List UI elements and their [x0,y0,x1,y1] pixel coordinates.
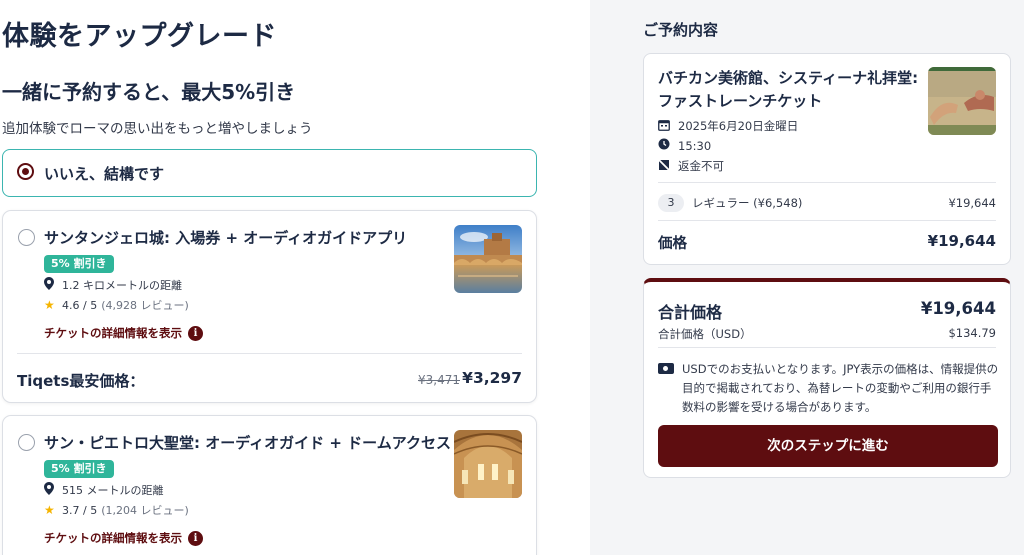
usd-total-label: 合計価格（USD） [658,327,752,341]
money-icon [658,363,674,374]
ticket-line: 3 レギュラー (¥6,548) [658,194,802,212]
offer-card-castel-santangelo[interactable]: サンタンジェロ城: 入場券 + オーディオガイドアプリ 5% 割引き 1.2 キ… [2,210,537,403]
details-link-label: チケットの詳細情報を表示 [44,326,182,340]
decline-option[interactable]: いいえ、結構です [2,149,537,197]
total-divider [658,347,996,348]
review-count: (1,204 レビュー) [101,504,189,517]
sistine-chapel-image [928,67,996,135]
calendar-icon [658,119,672,134]
distance-text: 1.2 キロメートルの距離 [62,279,182,292]
price-label: 価格 [658,236,687,252]
details-link[interactable]: チケットの詳細情報を表示 i [44,325,203,341]
details-link[interactable]: チケットの詳細情報を表示 i [44,530,203,546]
location-pin-icon [44,277,58,293]
booking-time: 15:30 [678,138,712,153]
rating-value: 4.6 / 5 [62,298,98,312]
upgrade-subtitle: 一緒に予約すると、最大5%引き [2,80,296,104]
offer-title: サンタンジェロ城: 入場券 + オーディオガイドアプリ [44,229,408,247]
offer-card-st-peters[interactable]: サン・ピエトロ大聖堂: オーディオガイド + ドームアクセス 5% 割引き 51… [2,415,537,555]
total-amount: ¥19,644 [920,299,996,318]
summary-divider [658,182,996,183]
radio-icon[interactable] [18,229,35,246]
location-pin-icon [44,482,58,498]
ticket-type: レギュラー (¥6,548) [692,196,803,210]
rating-value: 3.7 / 5 [62,503,98,517]
booking-time-row: 15:30 [658,138,711,153]
discount-badge: 5% 割引き [44,460,114,478]
decline-label: いいえ、結構です [44,165,165,183]
summary-heading: ご予約内容 [643,21,719,39]
price-label: Tiqets最安価格： [17,372,145,390]
refund-row: 返金不可 [658,158,724,174]
total-label: 合計価格 [658,303,723,322]
usd-total-amount: $134.79 [948,326,996,340]
booking-price: ¥19,644 [927,232,996,250]
original-price: ¥3,471 [418,373,460,387]
refund-policy: 返金不可 [678,159,724,173]
upgrade-panel: 体験をアップグレード 一緒に予約すると、最大5%引き 追加体験でローマの思い出を… [0,0,590,555]
clock-icon [658,138,672,153]
ticket-line-amount: ¥19,644 [948,196,996,210]
rating-row: ★ 4.6 / 5 (4,928 レビュー) [44,297,189,313]
card-divider [17,353,522,354]
st-peters-dome-image [454,430,522,498]
page-title: 体験をアップグレード [2,21,277,52]
distance-text: 515 メートルの距離 [62,484,164,497]
booking-date-row: 2025年6月20日金曜日 [658,118,798,134]
star-icon: ★ [44,503,55,517]
offer-title: サン・ピエトロ大聖堂: オーディオガイド + ドームアクセス [44,434,451,452]
review-count: (4,928 レビュー) [101,299,189,312]
ticket-quantity: 3 [658,194,684,212]
summary-divider [658,220,996,221]
info-icon[interactable]: i [188,530,203,546]
star-icon: ★ [44,298,55,312]
discount-badge: 5% 割引き [44,255,114,273]
distance-row: 1.2 キロメートルの距離 [44,277,182,293]
discounted-price: ¥3,297 [462,369,522,387]
no-refund-icon [658,158,672,174]
booking-title: バチカン美術館、システィーナ礼拝堂: ファストレーンチケット [658,69,919,110]
booking-summary-card: バチカン美術館、システィーナ礼拝堂: ファストレーンチケット 2025年6月20… [643,53,1011,265]
currency-notice: USDでのお支払いとなります。JPY表示の価格は、情報提供の目的で掲載されており… [682,362,999,414]
info-icon[interactable]: i [188,325,203,341]
next-step-button[interactable]: 次のステップに進む [658,425,998,467]
radio-icon[interactable] [18,434,35,451]
radio-selected-icon[interactable] [17,163,34,180]
distance-row: 515 メートルの距離 [44,482,164,498]
upgrade-description: 追加体験でローマの思い出をもっと増やしましょう [2,121,313,137]
rating-row: ★ 3.7 / 5 (1,204 レビュー) [44,502,189,518]
booking-date: 2025年6月20日金曜日 [678,119,799,133]
details-link-label: チケットの詳細情報を表示 [44,531,182,545]
castel-santangelo-image [454,225,522,293]
total-card: 合計価格 ¥19,644 合計価格（USD） $134.79 USDでのお支払い… [643,278,1011,478]
